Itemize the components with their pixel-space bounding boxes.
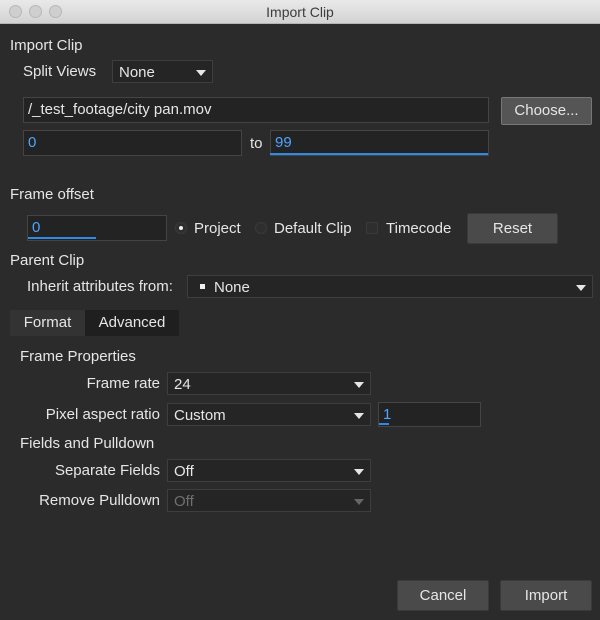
pixel-aspect-custom-field[interactable]: 1 — [378, 402, 481, 427]
default-clip-radio-label: Default Clip — [274, 220, 352, 237]
inherit-attributes-dropdown[interactable]: None — [187, 275, 593, 298]
separate-fields-value: Off — [174, 463, 194, 480]
chevron-down-icon — [354, 499, 364, 505]
inherit-attributes-label: Inherit attributes from: — [27, 278, 173, 295]
split-views-dropdown[interactable]: None — [112, 60, 213, 83]
import-button[interactable]: Import — [500, 580, 592, 611]
pixel-aspect-ratio-dropdown[interactable]: Custom — [167, 403, 371, 426]
choose-file-button[interactable]: Choose... — [501, 97, 592, 125]
frame-rate-value: 24 — [174, 376, 191, 393]
frame-properties-heading: Frame Properties — [20, 348, 136, 365]
frame-rate-dropdown[interactable]: 24 — [167, 372, 371, 395]
range-end-focus-underline — [270, 153, 488, 155]
reset-button[interactable]: Reset — [467, 213, 558, 244]
file-path-field[interactable]: /_test_footage/city pan.mov — [23, 97, 489, 123]
window-title: Import Clip — [266, 4, 334, 20]
timecode-label: Timecode — [386, 220, 452, 237]
cancel-button[interactable]: Cancel — [397, 580, 489, 611]
frame-offset-heading: Frame offset — [10, 186, 94, 203]
frame-offset-focus-underline — [28, 237, 96, 239]
project-radio-label: Project — [194, 220, 241, 237]
separate-fields-label: Separate Fields — [54, 462, 160, 479]
remove-pulldown-label: Remove Pulldown — [39, 492, 160, 509]
tab-advanced[interactable]: Advanced — [85, 310, 179, 336]
inherit-attributes-value: None — [214, 279, 250, 296]
remove-pulldown-dropdown: Off — [167, 489, 371, 512]
separate-fields-dropdown[interactable]: Off — [167, 459, 371, 482]
chevron-down-icon — [196, 70, 206, 76]
parent-clip-heading: Parent Clip — [10, 252, 85, 269]
import-clip-heading: Import Clip — [10, 37, 83, 54]
range-start-field[interactable]: 0 — [23, 130, 242, 156]
pixel-aspect-ratio-value: Custom — [174, 407, 226, 424]
chevron-down-icon — [576, 285, 586, 291]
range-to-label: to — [250, 135, 263, 152]
tab-format[interactable]: Format — [10, 310, 85, 336]
chevron-down-icon — [354, 413, 364, 419]
remove-pulldown-value: Off — [174, 493, 194, 510]
project-radio[interactable] — [175, 222, 187, 234]
frame-rate-label: Frame rate — [86, 375, 160, 392]
split-views-value: None — [119, 64, 155, 81]
window-titlebar: Import Clip — [0, 0, 600, 24]
split-views-label: Split Views — [23, 63, 97, 80]
bullet-icon — [200, 284, 205, 289]
default-clip-radio[interactable] — [255, 222, 267, 234]
pixel-aspect-focus-underline — [379, 423, 389, 425]
fields-pulldown-heading: Fields and Pulldown — [20, 435, 155, 452]
chevron-down-icon — [354, 469, 364, 475]
chevron-down-icon — [354, 382, 364, 388]
timecode-checkbox[interactable] — [366, 222, 378, 234]
pixel-aspect-ratio-label: Pixel aspect ratio — [45, 406, 160, 423]
